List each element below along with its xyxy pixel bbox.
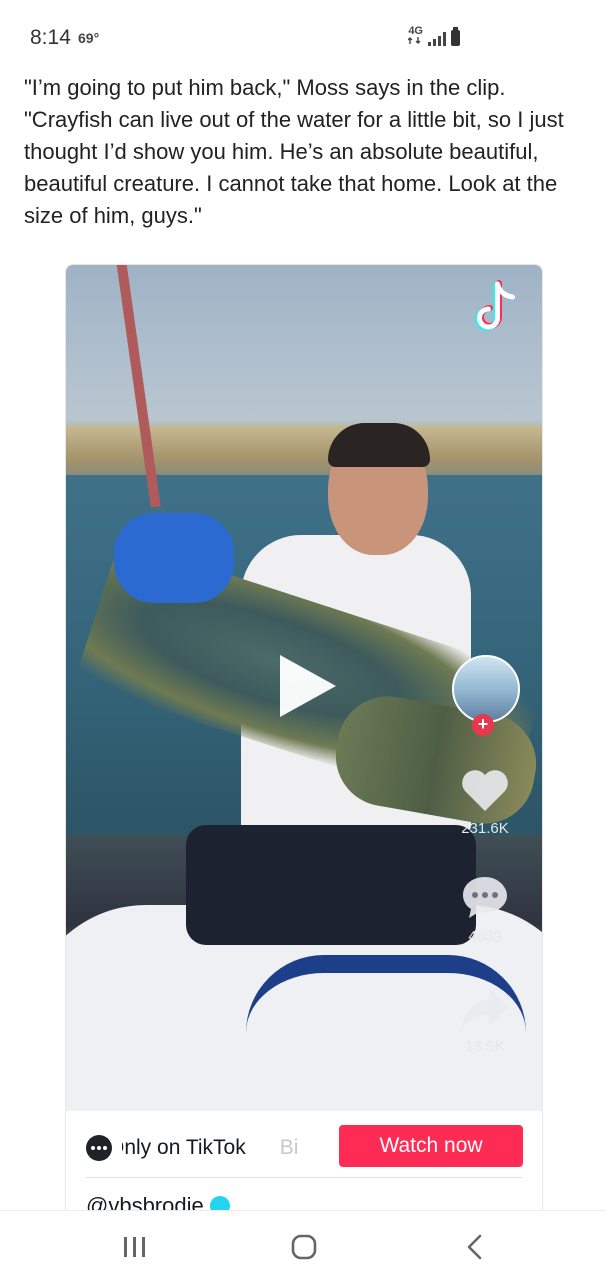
comment-action[interactable]: 4639 [452,873,518,945]
comment-count: 4639 [468,928,502,945]
back-icon[interactable] [456,1233,496,1261]
tiktok-logo-icon [475,280,515,331]
status-temperature: 69° [78,30,100,46]
battery-icon [451,27,460,46]
video-thumbnail[interactable]: + 231.6K 4639 13.5K [66,265,542,1111]
promo-text: Only on TikTok [122,1136,246,1159]
promo-next-text: Bi [279,1136,299,1159]
follow-plus-icon[interactable]: + [472,714,494,736]
footer-divider [86,1177,522,1178]
share-action[interactable]: 13.5K [452,985,518,1055]
lte-icon: 4G [407,26,423,46]
person-shorts [186,825,476,945]
person-hair [328,423,430,467]
like-count: 231.6K [461,820,509,837]
status-icons: 4G [407,26,460,46]
tiktok-embed-card: + 231.6K 4639 13.5K Only on TikTok Bi [65,264,543,1266]
share-icon [461,989,509,1029]
signal-icon [428,32,446,46]
play-icon[interactable] [274,651,340,721]
status-time: 8:14 [30,26,71,49]
home-icon[interactable] [284,1233,324,1261]
like-action[interactable]: 231.6K [452,767,518,837]
creator-avatar[interactable] [452,655,520,723]
share-count: 13.5K [465,1038,505,1055]
article-paragraph: "I’m going to put him back," Moss says i… [24,75,564,228]
watch-now-button[interactable]: Watch now [339,1125,523,1167]
heart-icon [462,770,508,811]
system-nav-bar [0,1210,606,1281]
status-bar: 8:14 69° 4G [0,0,606,70]
shoreline [66,425,542,480]
comment-icon [463,877,507,918]
recents-icon[interactable] [114,1233,154,1261]
chat-bubble-icon [86,1135,112,1161]
promo-marquee: Only on TikTok Bi [122,1136,348,1160]
footer-row: Only on TikTok Bi Watch now [86,1125,526,1171]
blue-glove [114,513,234,603]
